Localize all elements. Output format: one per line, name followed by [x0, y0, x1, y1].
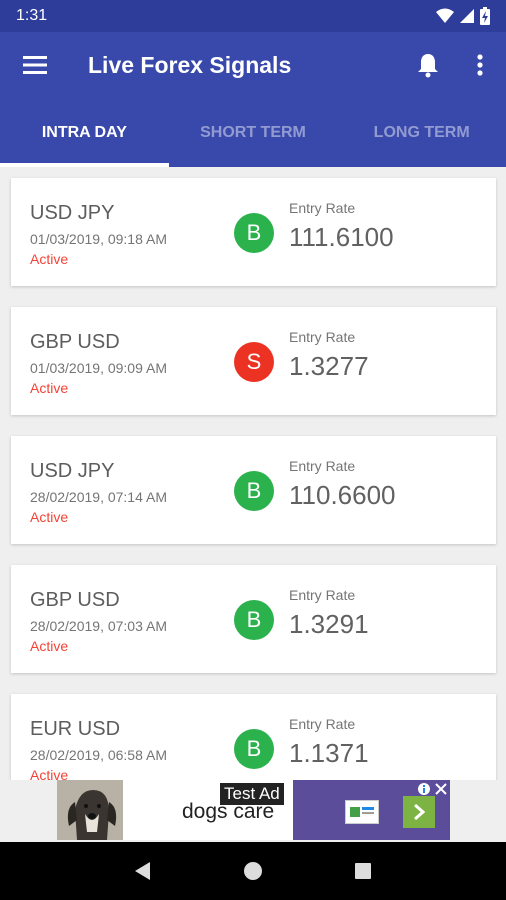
buy-badge: B	[234, 600, 274, 640]
entry-rate-value: 1.3277	[289, 351, 369, 381]
ad-close-icon[interactable]	[434, 782, 448, 796]
entry-rate-label: Entry Rate	[289, 716, 356, 732]
entry-rate-value: 1.3291	[289, 609, 369, 639]
signal-status: Active	[30, 251, 69, 267]
signal-status: Active	[30, 380, 69, 396]
signal-status: Active	[30, 767, 69, 780]
entry-rate-value: 110.6600	[289, 480, 396, 510]
signal-card[interactable]: USD JPY 01/03/2019, 09:18 AM Active B En…	[11, 178, 496, 286]
recents-square-icon	[355, 863, 371, 879]
back-triangle-icon	[135, 862, 150, 880]
entry-rate-label: Entry Rate	[289, 329, 356, 345]
wifi-icon	[436, 8, 454, 23]
signal-icon	[460, 9, 474, 23]
menu-button[interactable]	[0, 32, 70, 98]
notifications-button[interactable]	[402, 32, 454, 98]
ad-promo-image	[293, 780, 450, 840]
ad-text: dogs care	[182, 800, 275, 823]
currency-pair: USD JPY	[30, 202, 115, 224]
status-time: 1:31	[16, 7, 48, 24]
app-bar: Live Forex Signals	[0, 32, 506, 98]
currency-pair: USD JPY	[30, 460, 115, 482]
entry-rate-value: 1.1371	[289, 738, 369, 768]
ad-info-icon[interactable]	[417, 782, 431, 796]
home-button[interactable]	[233, 851, 273, 891]
buy-badge: B	[234, 471, 274, 511]
signal-status: Active	[30, 509, 69, 525]
signal-datetime: 28/02/2019, 06:58 AM	[30, 747, 167, 763]
system-nav-bar	[0, 842, 506, 900]
hamburger-icon	[23, 56, 47, 74]
ad-open-button[interactable]	[403, 796, 435, 828]
overflow-menu-button[interactable]	[454, 32, 506, 98]
signal-card[interactable]: USD JPY 28/02/2019, 07:14 AM Active B En…	[11, 436, 496, 544]
currency-pair: EUR USD	[30, 718, 121, 740]
entry-rate-label: Entry Rate	[289, 587, 356, 603]
battery-icon	[480, 7, 490, 25]
status-bar: 1:31	[0, 0, 506, 32]
tab-short-term[interactable]: SHORT TERM	[169, 98, 338, 167]
bell-icon	[418, 54, 438, 78]
tab-long-term[interactable]: LONG TERM	[337, 98, 506, 167]
ad-dog-image	[57, 780, 123, 840]
recents-button[interactable]	[343, 851, 383, 891]
signal-status: Active	[30, 638, 69, 654]
signal-list: USD JPY 01/03/2019, 09:18 AM Active B En…	[0, 167, 506, 780]
currency-pair: GBP USD	[30, 589, 120, 611]
signal-datetime: 01/03/2019, 09:18 AM	[30, 231, 167, 247]
entry-rate-label: Entry Rate	[289, 200, 356, 216]
app-title: Live Forex Signals	[88, 51, 292, 78]
status-icons	[436, 7, 490, 25]
buy-badge: B	[234, 729, 274, 769]
buy-badge: B	[234, 213, 274, 253]
signal-card[interactable]: GBP USD 01/03/2019, 09:09 AM Active S En…	[11, 307, 496, 415]
signal-card[interactable]: EUR USD 28/02/2019, 06:58 AM Active B En…	[11, 694, 496, 780]
ad-banner[interactable]: Test Ad dogs care	[57, 780, 450, 840]
ad-choices[interactable]	[417, 782, 448, 796]
currency-pair: GBP USD	[30, 331, 120, 353]
entry-rate-value: 111.6100	[289, 222, 394, 252]
more-vert-icon	[477, 54, 483, 76]
tab-intra-day[interactable]: INTRA DAY	[0, 98, 169, 167]
tab-bar: INTRA DAY SHORT TERM LONG TERM	[0, 98, 506, 167]
signal-datetime: 28/02/2019, 07:03 AM	[30, 618, 167, 634]
entry-rate-label: Entry Rate	[289, 458, 356, 474]
signal-card[interactable]: GBP USD 28/02/2019, 07:03 AM Active B En…	[11, 565, 496, 673]
chevron-right-icon	[414, 803, 425, 821]
signal-datetime: 28/02/2019, 07:14 AM	[30, 489, 167, 505]
sell-badge: S	[234, 342, 274, 382]
back-button[interactable]	[123, 851, 163, 891]
signal-datetime: 01/03/2019, 09:09 AM	[30, 360, 167, 376]
home-circle-icon	[244, 862, 262, 880]
ad-promo-card	[345, 800, 379, 824]
